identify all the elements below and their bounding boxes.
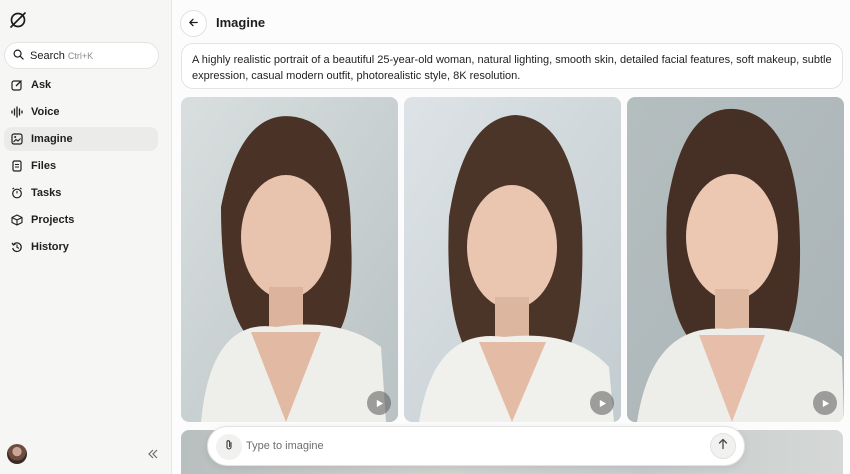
sidebar-item-label: Imagine [31,133,73,145]
play-icon [598,399,607,408]
image-icon [11,133,23,145]
sidebar-item-voice[interactable]: Voice [4,100,158,124]
sidebar-item-tasks[interactable]: Tasks [4,181,158,205]
paperclip-icon [223,438,235,456]
history-icon [11,241,23,253]
play-button[interactable] [590,391,614,415]
sidebar-item-label: Tasks [31,187,62,199]
attach-button[interactable] [216,434,242,460]
arrow-up-icon [717,437,729,455]
search-shortcut: Ctrl+K [67,50,94,61]
arrow-left-icon [188,15,199,33]
generated-image-2[interactable] [404,97,621,422]
sidebar-item-files[interactable]: Files [4,154,158,178]
search-label: Search [30,49,65,62]
waveform-icon [11,106,23,118]
play-icon [821,399,830,408]
sidebar-item-projects[interactable]: Projects [4,208,158,232]
search-icon [13,47,24,65]
search-button[interactable]: Search Ctrl+K [4,42,159,69]
sidebar: Search Ctrl+K Ask Voice Imagine Files Ta… [0,0,172,474]
prompt-input[interactable] [246,437,686,455]
avatar[interactable] [7,444,27,464]
sidebar-item-ask[interactable]: Ask [4,73,158,97]
generated-image-3[interactable] [627,97,844,422]
sidebar-item-label: Projects [31,214,75,226]
sidebar-item-history[interactable]: History [4,235,158,259]
play-button[interactable] [367,391,391,415]
grok-logo-icon[interactable] [8,10,28,30]
page-title: Imagine [216,15,266,30]
tasks-icon [11,187,23,199]
sidebar-item-label: Ask [31,79,52,91]
composer [207,426,745,466]
prompt-text[interactable]: A highly realistic portrait of a beautif… [181,43,843,89]
generated-image-1[interactable] [181,97,398,422]
sidebar-item-label: History [31,241,69,253]
edit-icon [11,79,23,91]
play-button[interactable] [813,391,837,415]
sidebar-item-label: Files [31,160,57,172]
sidebar-item-imagine[interactable]: Imagine [4,127,158,151]
cube-icon [11,214,23,226]
back-button[interactable] [180,10,207,37]
file-icon [11,160,23,172]
sidebar-item-label: Voice [31,106,60,118]
double-chevron-left-icon[interactable] [146,447,160,461]
play-icon [375,399,384,408]
send-button[interactable] [710,433,736,459]
